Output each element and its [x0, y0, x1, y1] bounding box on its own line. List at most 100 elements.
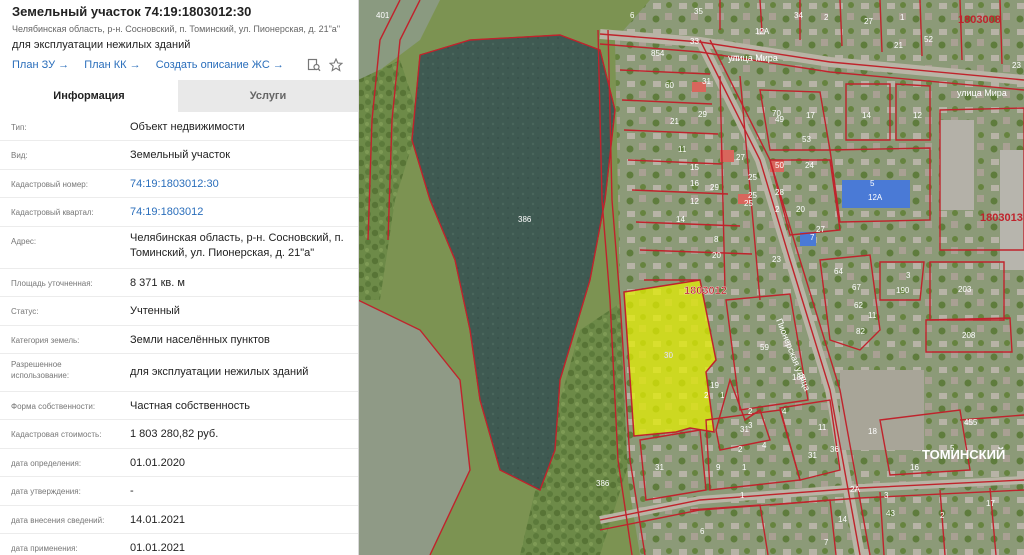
cadastral-map[interactable]: 1803008 1803013 1803012 улица Мира улица… — [358, 0, 1024, 555]
parcel-number: 6 — [630, 11, 635, 20]
quarter-label-1803012: 1803012 — [684, 285, 727, 297]
parcel-number: 28 — [775, 188, 784, 197]
parcel-number: 25 — [744, 199, 753, 208]
town-area — [615, 0, 1024, 555]
parcel-number: 15 — [690, 163, 699, 172]
parcel-number: 43 — [886, 509, 895, 518]
parcel-number: 1 — [900, 13, 905, 22]
parcel-number: 854 — [651, 49, 665, 58]
parcel-number: 11 — [868, 311, 877, 320]
parcel-number: 50 — [775, 161, 784, 170]
parcel-number: 2 — [738, 445, 743, 454]
parcel-number: 16 — [690, 179, 699, 188]
action-links: План ЗУ → План КК → Создать описание ЖС … — [12, 59, 296, 71]
parcel-number: 14 — [838, 515, 847, 524]
property-label: дата определения: — [11, 459, 82, 468]
parcel-number: 11 — [678, 145, 687, 154]
parcel-number: 52 — [924, 35, 933, 44]
parcel-number: 64 — [834, 267, 843, 276]
property-row: дата применения: 01.01.2021 — [0, 533, 358, 555]
property-label: дата утверждения: — [11, 487, 81, 496]
parcel-number: 27 — [864, 17, 873, 26]
parcel-number: 29 — [710, 183, 719, 192]
parcel-number: 27 — [736, 153, 745, 162]
building — [940, 120, 974, 210]
property-value: 14.01.2021 — [130, 514, 186, 526]
property-label: Статус: — [11, 307, 39, 316]
parcel-number: 31 — [702, 77, 711, 86]
tool-icons — [306, 57, 346, 74]
property-row: Статус: Учтенный — [0, 296, 358, 326]
property-value: 8 371 кв. м — [130, 277, 185, 289]
parcel-number: 31 — [655, 463, 664, 472]
property-label: Кадастровый номер: — [11, 180, 88, 189]
object-purpose: для эксплуатации нежилых зданий — [12, 39, 191, 51]
property-row: дата определения: 01.01.2020 — [0, 448, 358, 477]
parcel-number: 82 — [856, 327, 865, 336]
parcel-number: 7 — [810, 233, 815, 242]
parcel-number: 6 — [700, 527, 705, 536]
parcel-number: 21 — [894, 41, 903, 50]
property-label: Тип: — [11, 123, 27, 132]
property-value: 1 803 280,82 руб. — [130, 428, 219, 440]
parcel-number: 12А — [868, 193, 883, 202]
parcel-number: 31 — [808, 451, 817, 460]
parcel-number: 2А — [850, 485, 860, 494]
map-canvas[interactable]: 1803008 1803013 1803012 улица Мира улица… — [358, 0, 1024, 555]
property-value: Частная собственность — [130, 400, 251, 412]
property-row: Категория земель: Земли населённых пункто… — [0, 325, 358, 354]
property-label: дата внесения сведений: — [11, 516, 105, 525]
parcel-number: 203 — [958, 285, 972, 294]
property-row: Разрешенное использование: для эксплуатац… — [0, 353, 358, 392]
parcel-number: 59 — [760, 343, 769, 352]
parcel-number: 36 — [830, 445, 839, 454]
parcel-number: 24 — [805, 161, 814, 170]
tab-services[interactable]: Услуги — [178, 80, 358, 112]
property-row: Кадастровая стоимость: 1 803 280,82 руб. — [0, 419, 358, 449]
parcel-number: 3 — [748, 421, 753, 430]
plan-kk-link[interactable]: План КК → — [84, 59, 140, 71]
star-icon[interactable] — [328, 57, 344, 74]
print-search-icon[interactable] — [306, 58, 322, 74]
parcel-number: 49 — [775, 115, 784, 124]
parcel-number: 14 — [862, 111, 871, 120]
parcel-number: 1 — [740, 491, 745, 500]
parcel-number: 2 — [704, 391, 709, 400]
parcel-number: 23 — [772, 255, 781, 264]
tab-information[interactable]: Информация — [0, 80, 178, 114]
parcel-number: 4 — [782, 407, 787, 416]
parcel-number: 1 — [742, 463, 747, 472]
property-row: Площадь уточненная: 8 371 кв. м — [0, 268, 358, 297]
parcel-number: 12А — [755, 27, 770, 36]
plan-zu-link[interactable]: План ЗУ → — [12, 59, 69, 71]
parcel-number: 25 — [748, 173, 757, 182]
parcel-number: 14 — [676, 215, 685, 224]
property-label: Вид: — [11, 151, 28, 160]
shore-parcel-number: 386 — [596, 479, 610, 488]
parcel-number: 33 — [690, 37, 699, 46]
info-panel: Земельный участок 74:19:1803012:30 Челяб… — [0, 0, 359, 555]
property-value: Челябинская область, р-н. Сосновский, п.… — [130, 232, 344, 259]
create-description-link[interactable]: Создать описание ЖС → — [156, 59, 284, 71]
property-value: Земли населённых пунктов — [130, 334, 270, 346]
object-address: Челябинская область, р-н. Сосновский, п.… — [12, 24, 341, 34]
property-label: Кадастровая стоимость: — [11, 430, 102, 439]
property-row: дата утверждения: - — [0, 476, 358, 506]
parcel-number: 2 — [748, 407, 753, 416]
lake-parcel-number: 386 — [518, 215, 532, 224]
parcel-number: 35 — [694, 7, 703, 16]
property-value-link[interactable]: 74:19:1803012 — [130, 205, 352, 220]
property-row: дата внесения сведений: 14.01.2021 — [0, 505, 358, 534]
parcel-number: 7 — [824, 538, 829, 547]
parcel-number: 190 — [896, 286, 910, 295]
parcel-number: 2 — [775, 205, 780, 214]
property-row: Форма собственности: Частная собственност… — [0, 391, 358, 420]
quarter-label-1803008: 1803008 — [958, 14, 1001, 26]
property-value-link[interactable]: 74:19:1803012:30 — [130, 177, 352, 192]
parcel-number: 53 — [802, 135, 811, 144]
parcel-number: 3 — [906, 271, 911, 280]
parcel-number: 9 — [716, 463, 721, 472]
property-value: 01.01.2020 — [130, 457, 186, 469]
panel-tabs: Информация Услуги — [0, 80, 358, 114]
property-label: Кадастровый квартал: — [11, 208, 94, 217]
